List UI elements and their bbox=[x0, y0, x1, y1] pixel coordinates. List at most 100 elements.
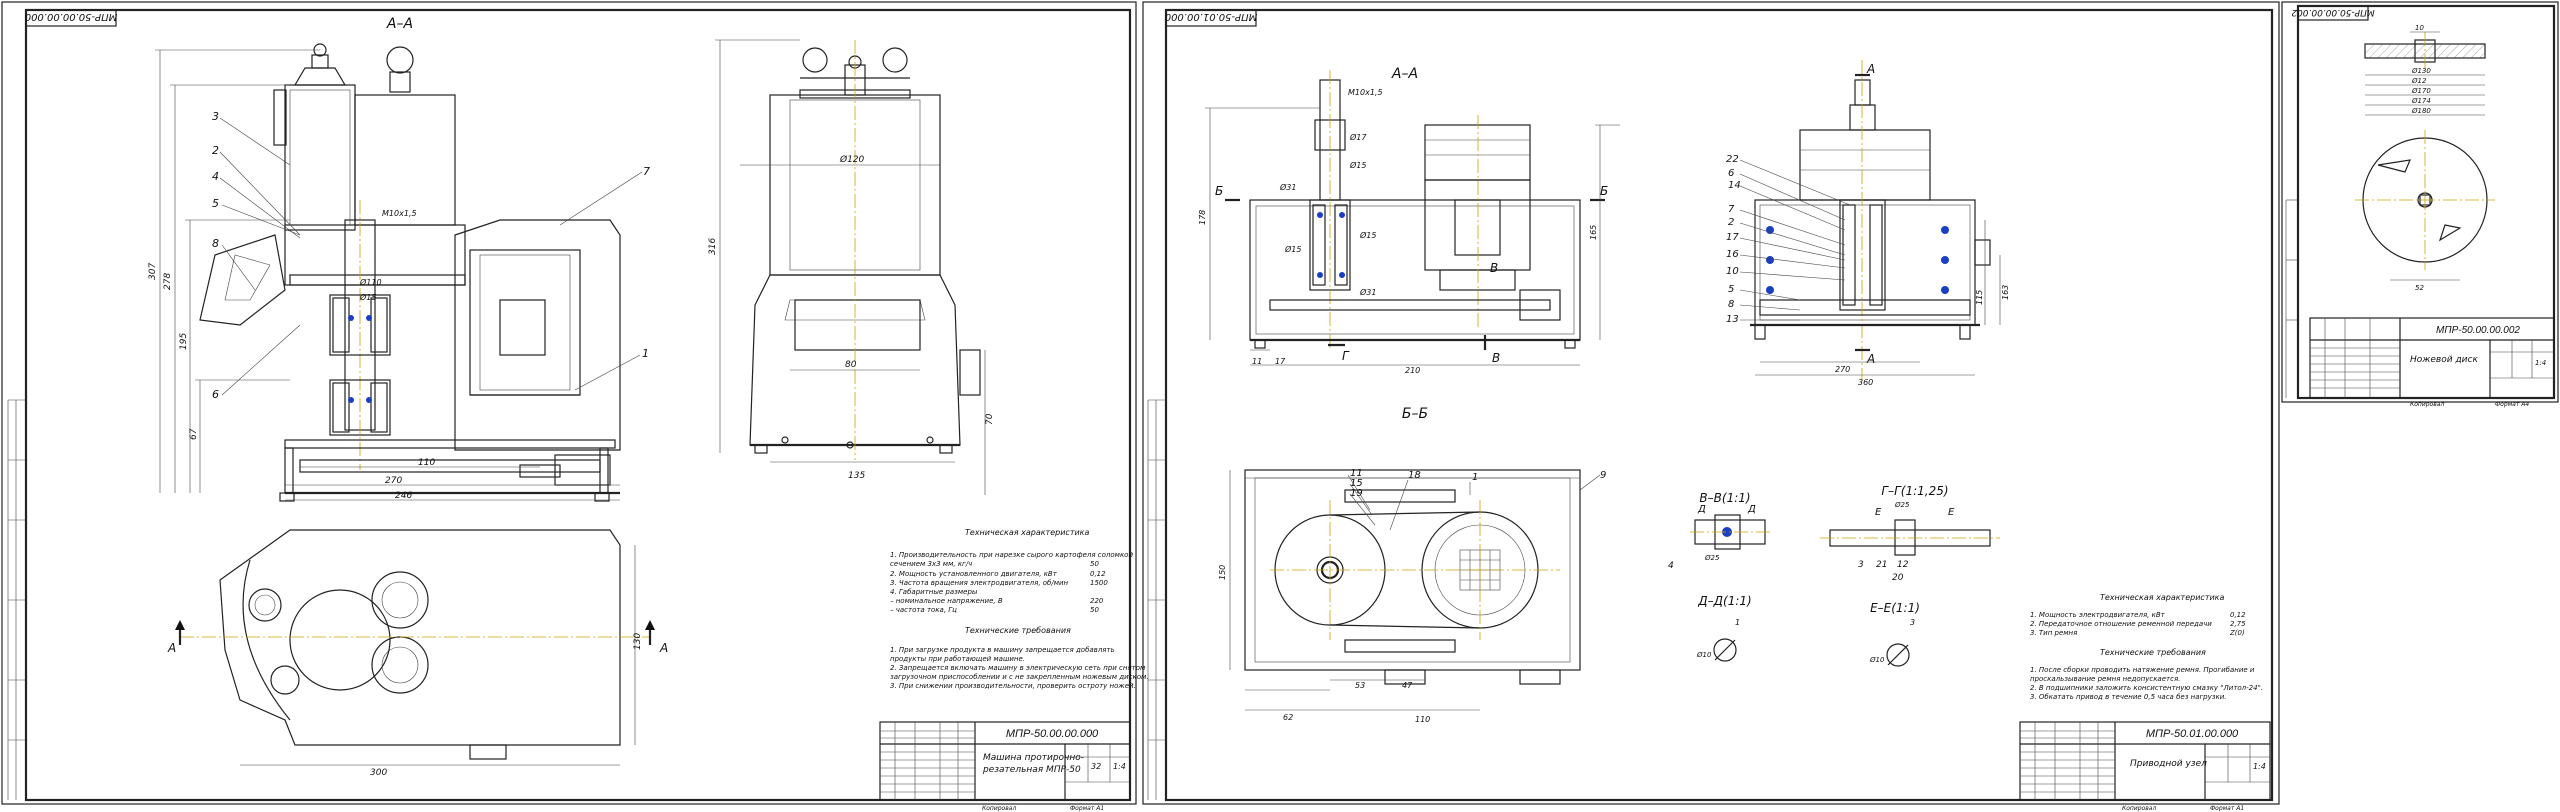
sheet-2: МПР-50.01.00.000 А–А Б Б В В Г 178 165 2… bbox=[1142, 1, 2280, 812]
dim-vv-d: Ø25 bbox=[1704, 554, 1720, 562]
dim-w-a: 210 bbox=[1405, 366, 1420, 375]
spec-line-6: – номинальное напряжение, В bbox=[890, 597, 1003, 605]
sheet-1-section-title: А–А bbox=[386, 16, 413, 32]
dim3-d2: Ø170 bbox=[2411, 87, 2431, 95]
dim-side-base: 135 bbox=[848, 471, 865, 481]
dim-h3: 195 bbox=[179, 333, 189, 350]
dim-gg-d2: 20 bbox=[1892, 573, 1904, 583]
title2-name: Приводной узел bbox=[2130, 759, 2207, 769]
title-copied: Копировал bbox=[982, 805, 1016, 812]
dim-plan-w: 300 bbox=[370, 768, 387, 778]
dim-gg-c: 12 bbox=[1897, 560, 1909, 570]
title3-copied: Копировал bbox=[2410, 401, 2444, 408]
sheet-2-plan-bb: 11 15 19 18 1 9 150 110 62 53 47 bbox=[1218, 468, 1606, 724]
section-ee-title: Е–Е(1:1) bbox=[1870, 601, 1920, 615]
spec-line-1: 1. Производительность при нарезке сырого… bbox=[890, 551, 1133, 559]
dim-thread: М10х1,5 bbox=[382, 209, 417, 218]
title3-format: Формат А4 bbox=[2495, 401, 2529, 408]
sheet-1: МПР-50.00.00.000 А–А 3 2 4 5 8 6 7 1 М10… bbox=[1, 1, 1149, 812]
dim3-d7: 52 bbox=[2415, 284, 2424, 292]
dim-dd-d: Ø10 bbox=[1696, 651, 1712, 659]
callout-8: 8 bbox=[212, 237, 219, 250]
sheet-3-frame bbox=[2296, 4, 2556, 400]
dim-pl-b: 53 bbox=[1355, 681, 1365, 690]
req-line-4: загрузочном приспособлении и с не закреп… bbox=[890, 673, 1149, 681]
title3-scale: 1:4 bbox=[2535, 359, 2546, 367]
callout-9: 9 bbox=[1600, 470, 1606, 481]
callout-2b: 2 bbox=[1728, 217, 1734, 228]
dim-fr-w: 270 bbox=[1835, 365, 1850, 374]
section-gg-title: Г–Г(1:1,25) bbox=[1881, 484, 1948, 498]
dim-w-c: 17 bbox=[1275, 357, 1286, 366]
sheet-2-specs: Техническая характеристика 1. Мощность э… bbox=[2030, 593, 2263, 701]
sheet-1-plan-view: А А 130 300 bbox=[167, 529, 668, 778]
dim-side-c: 70 bbox=[985, 413, 995, 425]
sheet-3-title-block: МПР-50.00.00.002 Ножевой диск 1:4 Копиро… bbox=[2309, 317, 2555, 408]
dim3-d5: Ø12 bbox=[2411, 77, 2427, 85]
label-g: Г bbox=[1342, 349, 1350, 363]
dim-d-e: Ø31 bbox=[1359, 287, 1376, 297]
dim3-d4: Ø180 bbox=[2411, 107, 2431, 115]
section-dd-title: Д–Д(1:1) bbox=[1697, 594, 1751, 608]
title-name-1: Машина протирочно- bbox=[983, 753, 1084, 763]
spec-line-7: – частота тока, Гц bbox=[890, 606, 957, 614]
dim-pl-a: 62 bbox=[1283, 713, 1293, 722]
label-a-top: А bbox=[1866, 62, 1875, 76]
sheet-2-small-sections: В–В(1:1) Д Д 4 Ø25 Г–Г(1:1,25) Е Е Ø25 3… bbox=[1668, 484, 2000, 667]
callout-6: 6 bbox=[212, 388, 219, 401]
dim-fr-h: 163 bbox=[2001, 285, 2010, 300]
reqs-title: Технические требования bbox=[965, 626, 1071, 635]
dim-fr-h2: 115 bbox=[1975, 290, 1984, 305]
dim-pl-c: 47 bbox=[1402, 681, 1413, 690]
label-a-bottom: А bbox=[1866, 352, 1875, 366]
req2-line-3: 2. В подшипники заложить консистентную с… bbox=[2030, 684, 2263, 692]
dim-d-a: Ø17 bbox=[1349, 132, 1367, 142]
sheet-2-cross-section: А А 22 6 14 7 2 17 16 10 5 8 13 270 360 … bbox=[1726, 60, 2010, 387]
label-e2: Е bbox=[1948, 507, 1955, 518]
sheet-1-side-view: 316 Ø120 80 70 135 bbox=[708, 39, 995, 495]
sheet-2-section-bb: Б–Б bbox=[1402, 406, 1428, 422]
dim-gg-d: Ø25 bbox=[1894, 501, 1910, 509]
req-line-1: 1. При загрузке продукта в машину запрещ… bbox=[890, 646, 1115, 654]
dim-thread-2: М10х1,5 bbox=[1348, 88, 1383, 97]
section-arrow-a-left: А bbox=[167, 641, 176, 655]
spec-value-5: 220 bbox=[1090, 597, 1104, 605]
spec-value-6: 50 bbox=[1090, 606, 1099, 614]
req2-line-4: 3. Обкатать привод в течение 0,5 часа бе… bbox=[2030, 693, 2227, 701]
label-e1: Е bbox=[1875, 507, 1882, 518]
req-line-5: 3. При снижении производительности, пров… bbox=[890, 682, 1136, 690]
title-scale: 1:4 bbox=[1113, 762, 1126, 771]
label-d1: Д bbox=[1697, 504, 1706, 515]
title-mass: 32 bbox=[1091, 762, 1101, 771]
dim-d2: Ø15 bbox=[359, 292, 376, 302]
sheet-1-title-block: МПР-50.00.00.000 Машина протирочно- реза… bbox=[879, 721, 1131, 812]
dim-side-b: 80 bbox=[845, 360, 857, 370]
dim-h1: 307 bbox=[148, 263, 158, 280]
dim-w1: 110 bbox=[418, 458, 435, 468]
dim-ee-d: Ø10 bbox=[1869, 656, 1885, 664]
callout-3: 3 bbox=[212, 110, 219, 123]
req-line-3: 2. Запрещается включать машину в электри… bbox=[890, 664, 1146, 672]
spec2-value-2: 2,75 bbox=[2230, 620, 2246, 628]
dim-gg-a: 3 bbox=[1858, 560, 1864, 570]
dim-h-a: 178 bbox=[1198, 210, 1207, 225]
drawing-canvas: МПР-50.00.00.000 А–А 3 2 4 5 8 6 7 1 М10… bbox=[1, 1, 2559, 812]
label-d2: Д bbox=[1747, 504, 1756, 515]
spec2-value-1: 0,12 bbox=[2230, 611, 2246, 619]
dim-w-b: 11 bbox=[1252, 357, 1262, 366]
callout-17: 17 bbox=[1726, 232, 1739, 243]
spec-line-5: 4. Габаритные размеры bbox=[890, 588, 978, 596]
dim-side-h: 316 bbox=[708, 238, 718, 255]
sheet-1-front-view: 3 2 4 5 8 6 7 1 М10х1,5 Ø110 Ø15 307 278… bbox=[148, 43, 650, 502]
reqs2-title: Технические требования bbox=[2100, 648, 2206, 657]
dim-fr-w2: 360 bbox=[1858, 378, 1873, 387]
spec-line-4: 3. Частота вращения электродвигателя, об… bbox=[890, 579, 1069, 587]
dim-w2: 270 bbox=[385, 476, 402, 486]
spec-value-1: 50 bbox=[1090, 560, 1099, 568]
title-name-2: резательная МПР-50 bbox=[982, 765, 1081, 775]
spec2-line-2: 2. Передаточное отношение ременной перед… bbox=[2030, 620, 2212, 628]
sheet-3-knife-disc: 10 Ø130 Ø12 Ø170 Ø174 Ø180 52 bbox=[2355, 24, 2495, 292]
dim-d1: Ø110 bbox=[359, 277, 382, 287]
title-code: МПР-50.00.00.000 bbox=[1006, 728, 1099, 740]
sheet-2-drive-section: Б Б В В Г 178 165 210 11 17 М10х1,5 Ø17 … bbox=[1198, 70, 1620, 375]
